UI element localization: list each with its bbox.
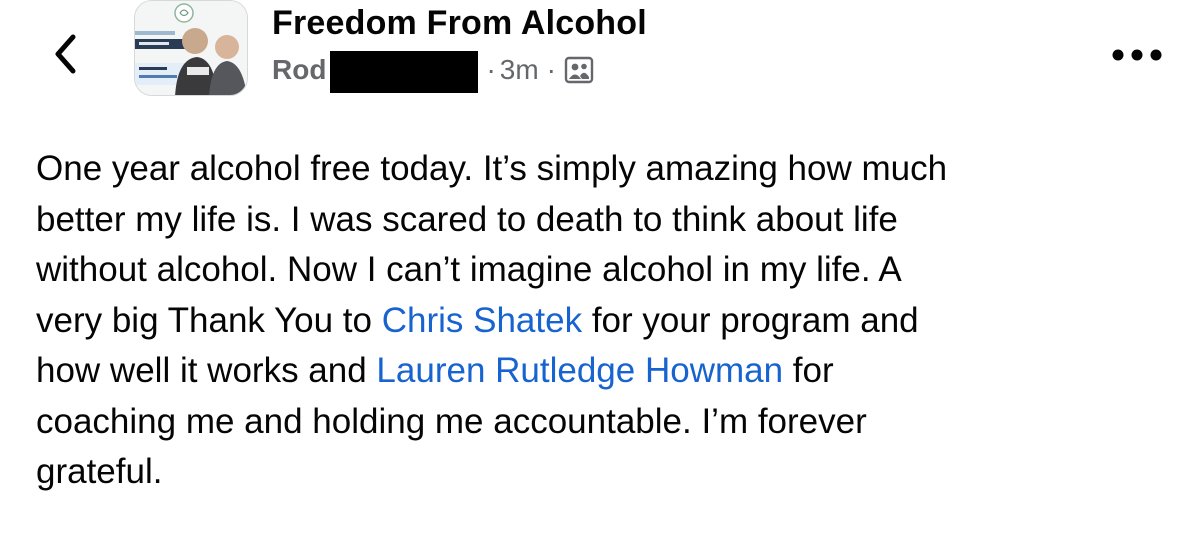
group-name[interactable]: Freedom From Alcohol bbox=[272, 2, 647, 44]
post-text-segment: how well it works and bbox=[36, 351, 377, 390]
post-text: One year alcohol free today. It’s simply… bbox=[36, 144, 1186, 498]
post-timestamp[interactable]: 3m bbox=[500, 54, 539, 86]
post-text-segment: for bbox=[783, 351, 834, 390]
post-text-line: One year alcohol free today. It’s simply… bbox=[36, 149, 948, 188]
back-button[interactable] bbox=[44, 30, 88, 78]
redaction-bar bbox=[330, 51, 479, 93]
post-text-segment: very big Thank You to bbox=[36, 300, 382, 340]
group-avatar[interactable] bbox=[134, 0, 248, 96]
more-dots-icon bbox=[1112, 49, 1162, 61]
post-text-line: how well it works and Lauren Rutledge Ho… bbox=[36, 346, 1186, 397]
post-header: Freedom From Alcohol Rod · 3m · bbox=[272, 2, 647, 93]
post-text-segment: for your program and bbox=[582, 300, 919, 340]
post-text-line: grateful. bbox=[36, 452, 163, 491]
mention-lauren-rutledge-howman[interactable]: Lauren Rutledge Howman bbox=[376, 351, 783, 390]
author-name[interactable]: Rod bbox=[272, 54, 326, 86]
more-options-button[interactable] bbox=[1108, 40, 1166, 70]
post-view: Freedom From Alcohol Rod · 3m · One year… bbox=[0, 0, 1200, 541]
post-meta: Rod · 3m · bbox=[272, 51, 647, 93]
group-avatar-image bbox=[135, 1, 247, 95]
post-text-line: better my life is. I was scared to death… bbox=[36, 199, 898, 239]
mention-chris-shatek[interactable]: Chris Shatek bbox=[382, 301, 582, 340]
group-members-icon[interactable] bbox=[564, 55, 594, 85]
chevron-left-icon bbox=[55, 34, 76, 74]
meta-separator: · bbox=[546, 54, 556, 85]
post-text-line: coaching me and holding me accountable. … bbox=[36, 401, 867, 441]
post-text-line: without alcohol. Now I can’t imagine alc… bbox=[36, 250, 902, 289]
post-text-line: very big Thank You to Chris Shatek for y… bbox=[36, 296, 1186, 347]
meta-separator: · bbox=[486, 54, 496, 85]
